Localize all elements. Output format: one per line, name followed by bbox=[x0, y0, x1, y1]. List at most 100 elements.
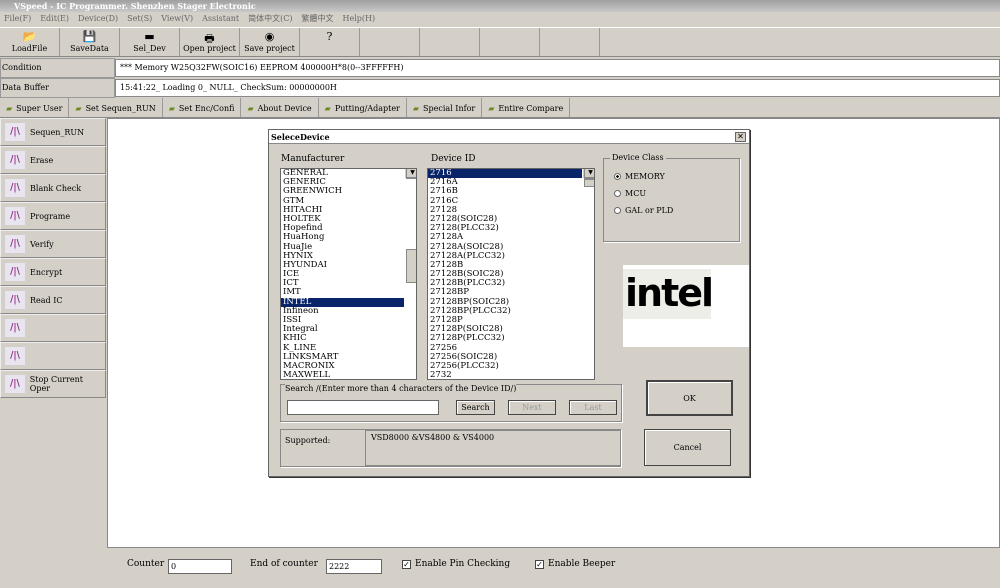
sidebar: /|\ Sequen_RUN /|\ Erase /|\ Blank Check /|\ Pr… bbox=[0, 118, 106, 588]
manufacturer-item[interactable]: MAXWELL bbox=[281, 370, 404, 379]
manufacturer-item[interactable]: HYUNDAI bbox=[281, 260, 404, 270]
condition-value: *** Memory W25Q32FW(SOIC16) EEPROM 40000… bbox=[115, 59, 1000, 77]
tool-icon: 📂 bbox=[22, 30, 37, 43]
toolbar-button-savedata[interactable]: 💾 SaveData bbox=[60, 28, 120, 56]
sidebar-label: Encrypt bbox=[30, 267, 63, 277]
sidebar-item-erase[interactable]: /|\ Erase bbox=[0, 146, 106, 174]
tool-icon: ◉ bbox=[264, 30, 275, 43]
toolbar-button-help[interactable]: ? bbox=[300, 28, 360, 56]
close-icon[interactable]: ✕ bbox=[735, 132, 746, 142]
toolbar-label: Open project bbox=[183, 44, 236, 53]
radio-memory[interactable]: MEMORY bbox=[614, 168, 739, 185]
cancel-button[interactable]: Cancel bbox=[644, 429, 731, 466]
menu-item[interactable]: Set(S) bbox=[127, 14, 152, 23]
tab-special-infor[interactable]: ▰ Special Infor bbox=[407, 98, 483, 117]
toolbar: 📂 LoadFile 💾 SaveData ▬ Sel_Dev 🖶 Open project ◉… bbox=[0, 27, 1000, 57]
tab-label: Entire Compare bbox=[498, 104, 564, 113]
device-id-label: Device ID bbox=[431, 154, 476, 164]
tab-label: Set Sequen_RUN bbox=[85, 104, 156, 113]
menu-item[interactable]: 繁體中文 bbox=[301, 14, 333, 23]
chip-icon: /|\ bbox=[5, 347, 25, 365]
menu-item[interactable]: Help(H) bbox=[342, 14, 375, 23]
toolbar-button-sel_dev[interactable]: ▬ Sel_Dev bbox=[120, 28, 180, 56]
sidebar-label: Sequen_RUN bbox=[30, 127, 85, 137]
sidebar-label: Read IC bbox=[30, 295, 63, 305]
manufacturer-item[interactable]: ICE bbox=[281, 269, 404, 279]
tab-label: Special Infor bbox=[423, 104, 476, 113]
sidebar-label: Stop Current Oper bbox=[29, 375, 83, 393]
chip-icon: /|\ bbox=[5, 263, 25, 281]
chip-icon: /|\ bbox=[5, 207, 25, 225]
toolbar-button-loadfile[interactable]: 📂 LoadFile bbox=[0, 28, 60, 56]
radio-button[interactable] bbox=[614, 190, 621, 197]
sidebar-label: Programe bbox=[30, 211, 71, 221]
radio-mcu[interactable]: MCU bbox=[614, 185, 739, 202]
pin-check-toggle[interactable]: ✓ Enable Pin Checking bbox=[402, 559, 510, 569]
search-label: Search /(Enter more than 4 characters of… bbox=[285, 384, 517, 393]
tab-icon: ▰ bbox=[412, 103, 420, 113]
chip-icon: /|\ bbox=[5, 151, 25, 169]
last-button[interactable]: Last bbox=[569, 400, 617, 415]
sidebar-item-empty[interactable]: /|\ bbox=[0, 314, 106, 342]
menu-item[interactable]: Assistant bbox=[202, 14, 239, 23]
sidebar-item-sequen-run[interactable]: /|\ Sequen_RUN bbox=[0, 118, 106, 146]
sidebar-item-empty[interactable]: /|\ bbox=[0, 342, 106, 370]
sidebar-item-programe[interactable]: /|\ Programe bbox=[0, 202, 106, 230]
scrollbar[interactable]: ▲▼ bbox=[405, 169, 416, 283]
select-device-dialog: SeleceDevice ✕ Manufacturer Device ID ▲▼… bbox=[268, 129, 750, 477]
dialog-title: SeleceDevice bbox=[269, 130, 749, 144]
end-of-counter-input[interactable] bbox=[326, 559, 382, 574]
search-button[interactable]: Search bbox=[456, 400, 495, 415]
toolbar-spacer bbox=[540, 28, 600, 56]
bottom-bar: Counter End of counter ✓ Enable Pin Check… bbox=[100, 548, 1000, 588]
chip-icon: /|\ bbox=[5, 235, 25, 253]
beeper-label: Enable Beeper bbox=[548, 559, 616, 569]
beeper-toggle[interactable]: ✓ Enable Beeper bbox=[535, 559, 615, 569]
device-item[interactable]: 2732 bbox=[428, 370, 582, 379]
tab-set-enc-confi[interactable]: ▰ Set Enc/Confi bbox=[163, 98, 242, 117]
sidebar-item-stop-current-oper[interactable]: /|\ Stop Current Oper bbox=[0, 370, 106, 398]
chip-icon: /|\ bbox=[5, 319, 25, 337]
sidebar-item-verify[interactable]: /|\ Verify bbox=[0, 230, 106, 258]
data-buffer-label: Data Buffer bbox=[0, 78, 115, 98]
counter-input[interactable] bbox=[168, 559, 232, 574]
tab-entire-compare[interactable]: ▰ Entire Compare bbox=[482, 98, 571, 117]
toolbar-button-open-project[interactable]: 🖶 Open project bbox=[180, 28, 240, 56]
chip-icon: /|\ bbox=[5, 179, 25, 197]
menu-item[interactable]: File(F) bbox=[4, 14, 31, 23]
sidebar-item-encrypt[interactable]: /|\ Encrypt bbox=[0, 258, 106, 286]
menu-item[interactable]: Device(D) bbox=[78, 14, 118, 23]
manufacturer-list[interactable]: ▲▼ GENERALGENERICGREENWICHGTMHITACHIHOLT… bbox=[280, 168, 417, 380]
counter-label: Counter bbox=[127, 559, 165, 569]
tool-icon: 💾 bbox=[82, 30, 97, 43]
toolbar-spacer bbox=[360, 28, 420, 56]
radio-gal-or-pld[interactable]: GAL or PLD bbox=[614, 202, 739, 219]
device-id-list[interactable]: ▲▼ 27162716A2716B2716C2712827128(SOIC28)… bbox=[427, 168, 595, 380]
next-button[interactable]: Next bbox=[508, 400, 556, 415]
toolbar-spacer bbox=[420, 28, 480, 56]
device-class-group: Device Class MEMORY MCU GAL or PLD bbox=[603, 153, 740, 242]
tab-super-user[interactable]: ▰ Super User bbox=[0, 98, 70, 117]
radio-button[interactable] bbox=[614, 207, 621, 214]
scrollbar[interactable]: ▲▼ bbox=[583, 169, 594, 187]
menu-item[interactable]: 简体中文(C) bbox=[248, 14, 292, 23]
data-buffer-value: 15:41:22_ Loading 0_ NULL_ CheckSum: 000… bbox=[115, 79, 1000, 97]
tab-icon: ▰ bbox=[168, 103, 175, 113]
checkbox-checked[interactable]: ✓ bbox=[402, 559, 411, 569]
sidebar-item-blank-check[interactable]: /|\ Blank Check bbox=[0, 174, 106, 202]
ok-button[interactable]: OK bbox=[646, 380, 733, 416]
radio-button[interactable] bbox=[614, 173, 621, 180]
menu-item[interactable]: Edit(E) bbox=[40, 14, 69, 23]
tab-icon: ▰ bbox=[247, 103, 254, 113]
tab-set-sequen-run[interactable]: ▰ Set Sequen_RUN bbox=[69, 98, 163, 117]
menu-item[interactable]: View(V) bbox=[161, 14, 193, 23]
sidebar-item-read-ic[interactable]: /|\ Read IC bbox=[0, 286, 106, 314]
chip-icon: /|\ bbox=[5, 375, 25, 393]
tab-about-device[interactable]: ▰ About Device bbox=[241, 98, 319, 117]
tab-putting-adapter[interactable]: ▰ Putting/Adapter bbox=[319, 98, 407, 117]
toolbar-button-save-project[interactable]: ◉ Save project bbox=[240, 28, 300, 56]
checkbox-checked[interactable]: ✓ bbox=[535, 559, 544, 569]
menu-bar: File(F) Edit(E) Device(D) Set(S) View(V) Assi… bbox=[0, 12, 1000, 26]
search-input[interactable] bbox=[287, 400, 439, 415]
sidebar-label: Erase bbox=[30, 155, 54, 165]
